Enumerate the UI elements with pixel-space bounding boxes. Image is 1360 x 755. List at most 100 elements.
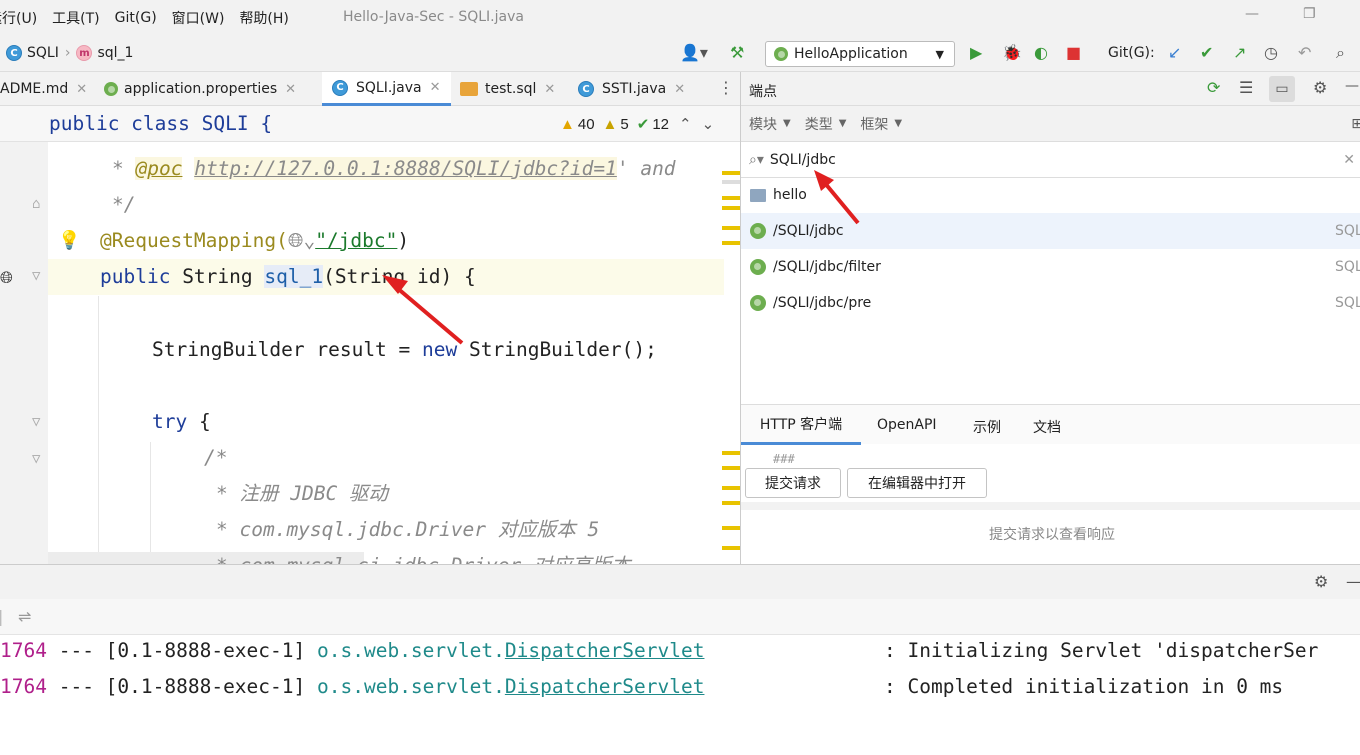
- close-icon[interactable]: ✕: [544, 82, 555, 97]
- tab-examples[interactable]: 示例: [973, 417, 1001, 437]
- typo-icon: ✔: [636, 116, 650, 133]
- tab-readme[interactable]: ADME.md ✕: [0, 72, 87, 106]
- splitter[interactable]: [741, 502, 1360, 510]
- collapse-icon[interactable]: ☰: [1239, 78, 1253, 97]
- typo-count: 12: [652, 115, 670, 133]
- run-icon[interactable]: ▶: [970, 43, 982, 62]
- filter-type[interactable]: 类型: [805, 114, 833, 134]
- close-icon[interactable]: ✕: [430, 80, 441, 95]
- stripe-marker[interactable]: [722, 486, 740, 490]
- search-box[interactable]: ⌕▾ SQLI/jdbc ✕: [741, 142, 1360, 178]
- chevron-down-icon[interactable]: ⌄: [702, 115, 715, 133]
- globe-icon[interactable]: 🌐︎⌄: [288, 229, 315, 252]
- rollback-icon[interactable]: ↶: [1298, 43, 1311, 62]
- close-icon[interactable]: ✕: [76, 82, 87, 97]
- console-header: ⚙ —: [0, 565, 1360, 599]
- http-request-text[interactable]: ###: [773, 452, 795, 466]
- restore-icon[interactable]: ❐: [1303, 6, 1316, 22]
- debug-icon[interactable]: 🐞: [1002, 43, 1022, 62]
- tab-application-properties[interactable]: application.properties ✕: [104, 72, 296, 106]
- code-line: * com.mysql.jdbc.Driver 对应版本 5: [216, 518, 600, 541]
- menu-tools[interactable]: 工具(T): [52, 8, 99, 28]
- chevron-up-icon[interactable]: ⌃: [679, 115, 692, 133]
- menu-help[interactable]: 帮助(H): [239, 8, 288, 28]
- git-commit-icon[interactable]: ✔: [1200, 43, 1213, 62]
- stripe-marker[interactable]: [722, 226, 740, 230]
- clear-icon[interactable]: ✕: [1343, 152, 1355, 168]
- user-icon[interactable]: 👤▾: [680, 43, 708, 62]
- gear-icon[interactable]: ⚙: [1313, 78, 1327, 97]
- git-update-icon[interactable]: ↙: [1168, 43, 1181, 62]
- log-logger-link[interactable]: DispatcherServlet: [505, 675, 705, 698]
- stripe-marker[interactable]: [722, 171, 740, 175]
- grid-icon[interactable]: ⊞: [1351, 116, 1360, 132]
- code-token: http://127.0.0.1:8888/SQLI/jdbc?id=1: [194, 157, 617, 180]
- endpoint-item[interactable]: /SQLI/jdbc/filter SQL: [741, 249, 1360, 285]
- history-icon[interactable]: ◷: [1264, 43, 1278, 62]
- breadcrumb-class[interactable]: SQLI: [27, 45, 59, 61]
- code-line: @RequestMapping(🌐︎⌄"/jdbc"): [100, 223, 409, 259]
- gear-icon[interactable]: ⚙: [1314, 572, 1328, 591]
- search-icon[interactable]: ⌕: [1336, 43, 1345, 63]
- close-icon[interactable]: ✕: [285, 82, 296, 97]
- stripe-marker[interactable]: [722, 466, 740, 470]
- run-config-select[interactable]: HelloApplication ▼: [765, 41, 955, 67]
- tab-ssti-java[interactable]: C SSTI.java ✕: [578, 72, 685, 106]
- console-line: 1764 --- [0.1-8888-exec-1] o.s.web.servl…: [0, 639, 704, 662]
- endpoint-group[interactable]: hello: [741, 177, 1360, 213]
- log-thread: [0.1-8888-exec-1]: [105, 639, 306, 662]
- class-icon: C: [6, 45, 22, 61]
- soft-wrap-icon[interactable]: ⇌: [18, 607, 31, 626]
- submit-request-button[interactable]: 提交请求: [745, 468, 841, 498]
- endpoint-item[interactable]: /SQLI/jdbc/pre SQL: [741, 285, 1360, 321]
- tab-sqli-java[interactable]: C SQLI.java ✕: [322, 72, 451, 106]
- log-pid: 1764: [0, 675, 47, 698]
- build-hammer-icon[interactable]: ⚒: [730, 43, 744, 62]
- filter-framework[interactable]: 框架: [860, 114, 888, 134]
- refresh-icon[interactable]: ⟳: [1207, 78, 1220, 97]
- more-tabs-icon[interactable]: ⋮: [718, 78, 734, 97]
- class-icon: C: [578, 81, 594, 97]
- log-logger-link[interactable]: DispatcherServlet: [505, 639, 705, 662]
- stripe-marker[interactable]: [722, 501, 740, 505]
- tab-http-client[interactable]: HTTP 客户端: [741, 405, 861, 445]
- search-input[interactable]: SQLI/jdbc: [770, 152, 836, 168]
- stripe-marker[interactable]: [722, 180, 740, 184]
- tab-openapi[interactable]: OpenAPI: [877, 417, 937, 433]
- stripe-marker[interactable]: [722, 526, 740, 530]
- fold-icon[interactable]: ⌂: [32, 196, 40, 212]
- minimize-icon[interactable]: —: [1345, 78, 1359, 94]
- filter-module[interactable]: 模块: [749, 114, 777, 134]
- menu-window[interactable]: 窗口(W): [172, 8, 225, 28]
- toolbar-icon[interactable]: |: [0, 607, 3, 626]
- tab-test-sql[interactable]: test.sql ✕: [460, 72, 555, 106]
- git-push-icon[interactable]: ↗: [1233, 43, 1246, 62]
- code-token: StringBuilder();: [457, 338, 657, 361]
- lightbulb-icon[interactable]: 💡: [58, 230, 80, 251]
- layout-icon[interactable]: ▭: [1269, 76, 1295, 102]
- stop-icon[interactable]: ■: [1066, 43, 1081, 62]
- stripe-marker[interactable]: [722, 241, 740, 245]
- minimize-icon[interactable]: —: [1346, 572, 1360, 591]
- close-icon[interactable]: ✕: [674, 82, 685, 97]
- minimize-icon[interactable]: —: [1245, 6, 1259, 22]
- menu-git[interactable]: Git(G): [115, 10, 157, 26]
- endpoint-module: SQL: [1335, 259, 1360, 275]
- stripe-marker[interactable]: [722, 546, 740, 550]
- fold-icon[interactable]: ▽: [32, 414, 40, 430]
- stripe-marker[interactable]: [722, 451, 740, 455]
- stripe-marker[interactable]: [722, 206, 740, 210]
- inspection-widget[interactable]: ▲ 40 ▲ 5 ✔ 12 ⌃ ⌄: [560, 115, 715, 134]
- code-editor[interactable]: public class SQLI { ▲ 40 ▲ 5 ✔ 12 ⌃ ⌄ * @poc…: [0, 106, 740, 564]
- fold-icon[interactable]: ▽: [32, 268, 40, 284]
- tab-docs[interactable]: 文档: [1033, 417, 1061, 437]
- endpoint-globe-icon[interactable]: 🌐︎: [0, 268, 13, 288]
- stripe-marker[interactable]: [722, 196, 740, 200]
- breadcrumb-method[interactable]: sql_1: [97, 45, 133, 61]
- panel-title: 端点: [749, 84, 777, 100]
- coverage-icon[interactable]: ◐: [1034, 43, 1048, 62]
- menu-run[interactable]: 运行(U): [0, 8, 37, 28]
- open-in-editor-button[interactable]: 在编辑器中打开: [847, 468, 987, 498]
- fold-icon[interactable]: ▽: [32, 451, 40, 467]
- endpoint-item[interactable]: /SQLI/jdbc SQL: [741, 213, 1360, 249]
